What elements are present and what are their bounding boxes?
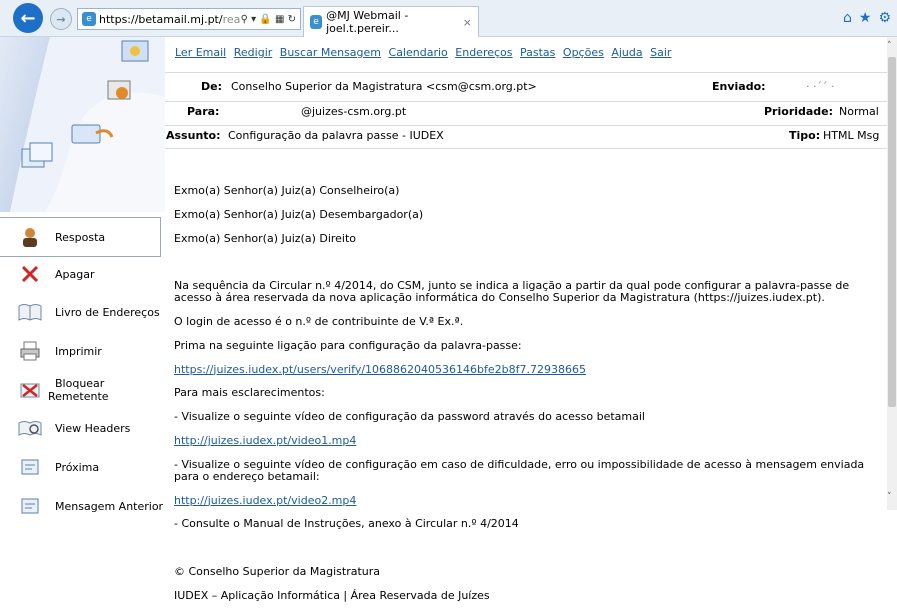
body-paragraph: - Visualize o seguinte vídeo de configur… bbox=[174, 457, 868, 483]
sent-label: Enviado: bbox=[712, 80, 766, 93]
nav-options[interactable]: Opções bbox=[563, 46, 604, 59]
nav-folders[interactable]: Pastas bbox=[520, 46, 555, 59]
sidebar: Resposta Apagar Livro de Endereços Impri… bbox=[0, 37, 165, 514]
signature-line: © Conselho Superior da Magistratura bbox=[174, 565, 381, 579]
address-book-label: Livro de Endereços bbox=[55, 305, 160, 319]
body-paragraph: Prima na seguinte ligação para configura… bbox=[174, 338, 522, 352]
reply-label: Resposta bbox=[55, 230, 106, 244]
divider bbox=[165, 72, 887, 73]
body-paragraph: Para mais esclarecimentos: bbox=[174, 386, 325, 400]
forward-button[interactable]: → bbox=[50, 8, 72, 30]
verify-link[interactable]: https://juizes.iudex.pt/users/verify/106… bbox=[174, 363, 586, 376]
block-sender-icon bbox=[18, 378, 42, 402]
addressbook-gear-icon[interactable] bbox=[107, 80, 131, 100]
block-sender-button[interactable]: Bloquear Remetente bbox=[0, 371, 165, 409]
address-tools[interactable]: ⚲ ▾ 🔒 ▦ ↻ bbox=[241, 14, 300, 25]
url-host: https://betamail.mj.pt/ bbox=[99, 12, 223, 26]
reply-button[interactable]: Resposta bbox=[0, 217, 161, 257]
video1-link[interactable]: http://juizes.iudex.pt/video1.mp4 bbox=[174, 434, 356, 447]
tab-close-icon[interactable]: × bbox=[463, 16, 472, 29]
type-value: HTML Msg bbox=[823, 129, 880, 142]
body-paragraph: O login de acesso é o n.º de contribuint… bbox=[174, 314, 464, 328]
from-value: Conselho Superior da Magistratura <csm@c… bbox=[231, 80, 537, 93]
nav-search[interactable]: Buscar Mensagem bbox=[280, 46, 381, 59]
address-book-button[interactable]: Livro de Endereços bbox=[0, 293, 165, 331]
to-row: Para: @juizes-csm.org.pt Prioridade: Nor… bbox=[166, 105, 886, 127]
to-value: @juizes-csm.org.pt bbox=[301, 105, 407, 118]
divider bbox=[165, 125, 887, 126]
divider bbox=[165, 101, 887, 102]
reply-person-icon bbox=[18, 225, 42, 249]
address-url: https://betamail.mj.pt/rea bbox=[99, 13, 240, 26]
nav-read-email[interactable]: Ler Email bbox=[175, 46, 226, 59]
previous-message-label: Mensagem Anterior bbox=[55, 499, 164, 513]
type-label: Tipo: bbox=[789, 129, 821, 142]
body-paragraph: - Consulte o Manual de Instruções, anexo… bbox=[174, 517, 519, 531]
url-rest: rea bbox=[222, 12, 241, 26]
greeting-line: Exmo(a) Senhor(a) Juiz(a) Conselheiro(a) bbox=[174, 183, 400, 197]
mail-nav: Ler Email Redigir Buscar Mensagem Calend… bbox=[175, 46, 675, 59]
compat-icon[interactable]: ▦ bbox=[275, 14, 284, 25]
address-bar[interactable]: e https://betamail.mj.pt/rea ⚲ ▾ 🔒 ▦ ↻ bbox=[77, 8, 301, 30]
search-icon[interactable]: ⚲ bbox=[241, 14, 248, 25]
block-sender-label: Bloquear Remetente bbox=[48, 377, 109, 403]
nav-compose[interactable]: Redigir bbox=[234, 46, 273, 59]
greeting-line: Exmo(a) Senhor(a) Juiz(a) Desembargador(… bbox=[174, 207, 424, 221]
sent-value: · ·´´ · bbox=[806, 80, 835, 93]
view-headers-button[interactable]: View Headers bbox=[0, 409, 165, 447]
lock-icon: 🔒 bbox=[259, 13, 272, 25]
tab-favicon-icon: e bbox=[310, 15, 323, 29]
compose-icon[interactable] bbox=[121, 40, 149, 62]
next-message-button[interactable]: Próxima bbox=[0, 448, 165, 486]
printer-icon bbox=[18, 339, 42, 363]
favorites-star-icon[interactable]: ★ bbox=[859, 10, 872, 26]
print-label: Imprimir bbox=[55, 344, 102, 358]
tab-title: @MJ Webmail - joel.t.pereir... bbox=[326, 9, 409, 35]
body-paragraph: - Visualize o seguinte vídeo de configur… bbox=[174, 410, 645, 424]
previous-message-icon bbox=[18, 494, 42, 518]
site-favicon-icon: e bbox=[82, 12, 96, 26]
next-message-label: Próxima bbox=[55, 460, 100, 474]
greeting-line: Exmo(a) Senhor(a) Juiz(a) Direito bbox=[174, 231, 357, 245]
back-button[interactable]: ← bbox=[13, 3, 43, 33]
nav-addresses[interactable]: Endereços bbox=[455, 46, 512, 59]
previous-message-button[interactable]: Mensagem Anterior bbox=[0, 487, 165, 525]
from-row: De: Conselho Superior da Magistratura <c… bbox=[166, 80, 886, 102]
address-book-icon bbox=[18, 300, 42, 324]
vertical-scrollbar[interactable]: ˄ ˅ bbox=[887, 37, 897, 510]
priority-label: Prioridade: bbox=[764, 105, 834, 118]
divider bbox=[165, 148, 887, 149]
sidebar-decoration bbox=[0, 37, 165, 212]
browser-tab[interactable]: e @MJ Webmail - joel.t.pereir... × bbox=[303, 6, 479, 37]
subject-label: Assunto: bbox=[166, 129, 221, 142]
video2-link[interactable]: http://juizes.iudex.pt/video2.mp4 bbox=[174, 494, 356, 507]
delete-x-icon bbox=[18, 262, 42, 286]
browser-toolbar-right: ⌂ ★ ⚙ bbox=[843, 10, 891, 26]
scrollbar-thumb[interactable] bbox=[888, 57, 896, 407]
signature-line: IUDEX – Aplicação Informática | Área Res… bbox=[174, 588, 490, 602]
print-button[interactable]: Imprimir bbox=[0, 332, 165, 370]
settings-gear-icon[interactable]: ⚙ bbox=[878, 10, 891, 26]
scroll-down-icon[interactable]: ˅ bbox=[887, 492, 892, 502]
home-icon[interactable]: ⌂ bbox=[843, 10, 852, 26]
to-label: Para: bbox=[187, 105, 220, 118]
view-headers-label: View Headers bbox=[55, 421, 131, 435]
delete-button[interactable]: Apagar bbox=[0, 255, 165, 293]
view-headers-icon bbox=[18, 416, 42, 440]
nav-calendar[interactable]: Calendario bbox=[389, 46, 448, 59]
priority-value: Normal bbox=[839, 105, 879, 118]
subject-value: Configuração da palavra passe - IUDEX bbox=[228, 129, 444, 142]
scroll-up-icon[interactable]: ˄ bbox=[887, 41, 892, 51]
body-paragraph: Na sequência da Circular n.º 4/2014, do … bbox=[174, 279, 853, 305]
nav-logout[interactable]: Sair bbox=[650, 46, 671, 59]
next-message-icon bbox=[18, 455, 42, 479]
message-body: Exmo(a) Senhor(a) Juiz(a) Conselheiro(a)… bbox=[174, 173, 886, 614]
refresh-icon[interactable]: ↻ bbox=[288, 14, 296, 25]
nav-help[interactable]: Ajuda bbox=[611, 46, 642, 59]
from-label: De: bbox=[201, 80, 222, 93]
delete-label: Apagar bbox=[55, 267, 95, 281]
browser-chrome: ← → e https://betamail.mj.pt/rea ⚲ ▾ 🔒 ▦… bbox=[0, 0, 897, 37]
